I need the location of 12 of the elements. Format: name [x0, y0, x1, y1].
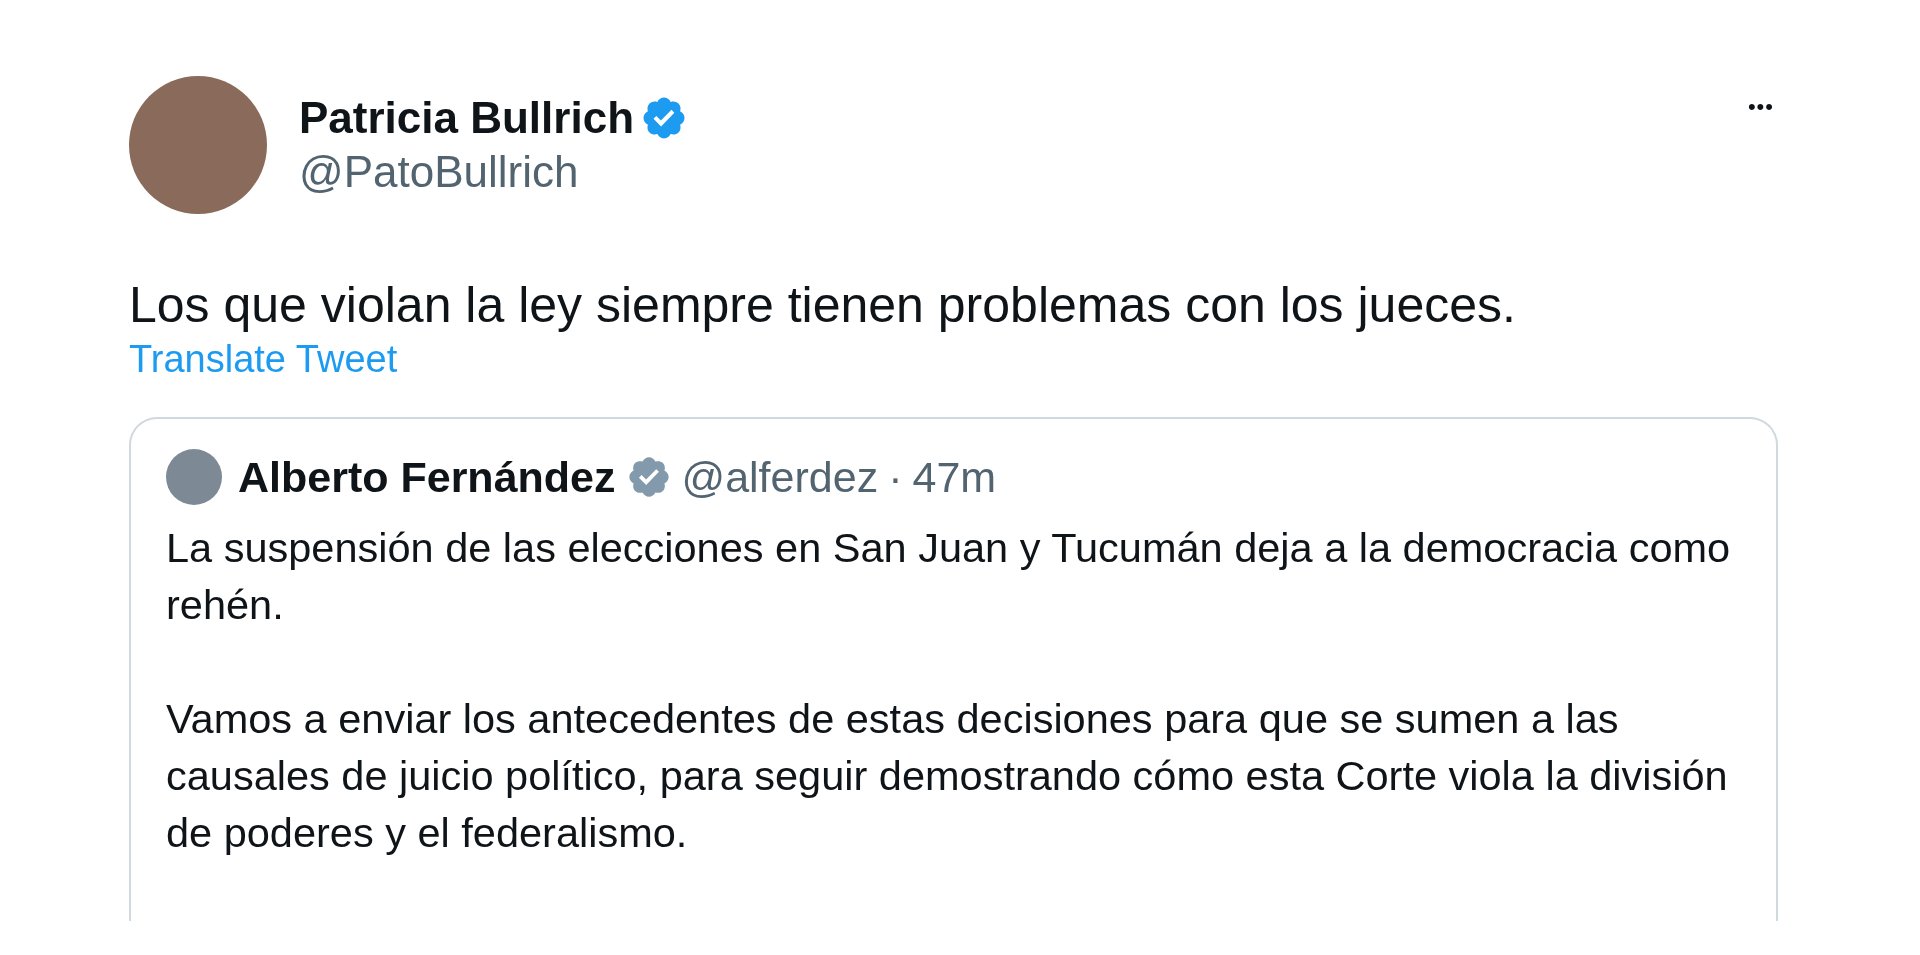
author-handle[interactable]: @PatoBullrich — [299, 147, 1712, 197]
quoted-tweet-card[interactable] — [129, 417, 1778, 921]
author-name[interactable]: Patricia Bullrich — [299, 93, 634, 143]
more-button[interactable]: ••• — [1743, 90, 1778, 124]
quoted-author-handle[interactable]: @alferdez — [681, 452, 879, 502]
profile-photo-placeholder[interactable] — [166, 449, 222, 505]
quoted-tweet-text: La suspensión de las elecciones en San Juan y Tucumán deja a la democracia como rehén. — [166, 523, 1732, 630]
separator-dot: · — [888, 452, 903, 502]
tweet-text: Los que violan la ley siempre tienen problemas con los jueces. — [129, 276, 1517, 334]
quoted-tweet-text: Vamos a enviar los antecedentes de estas decisiones para que se sumen a las causales de juicio político, para seguir demostrando cómo esta Corte viola la división de poderes y el federalismo. — [166, 694, 1729, 858]
tweet-time[interactable]: 47m — [912, 452, 997, 502]
quoted-author-name[interactable]: Alberto Fernández — [238, 452, 616, 502]
